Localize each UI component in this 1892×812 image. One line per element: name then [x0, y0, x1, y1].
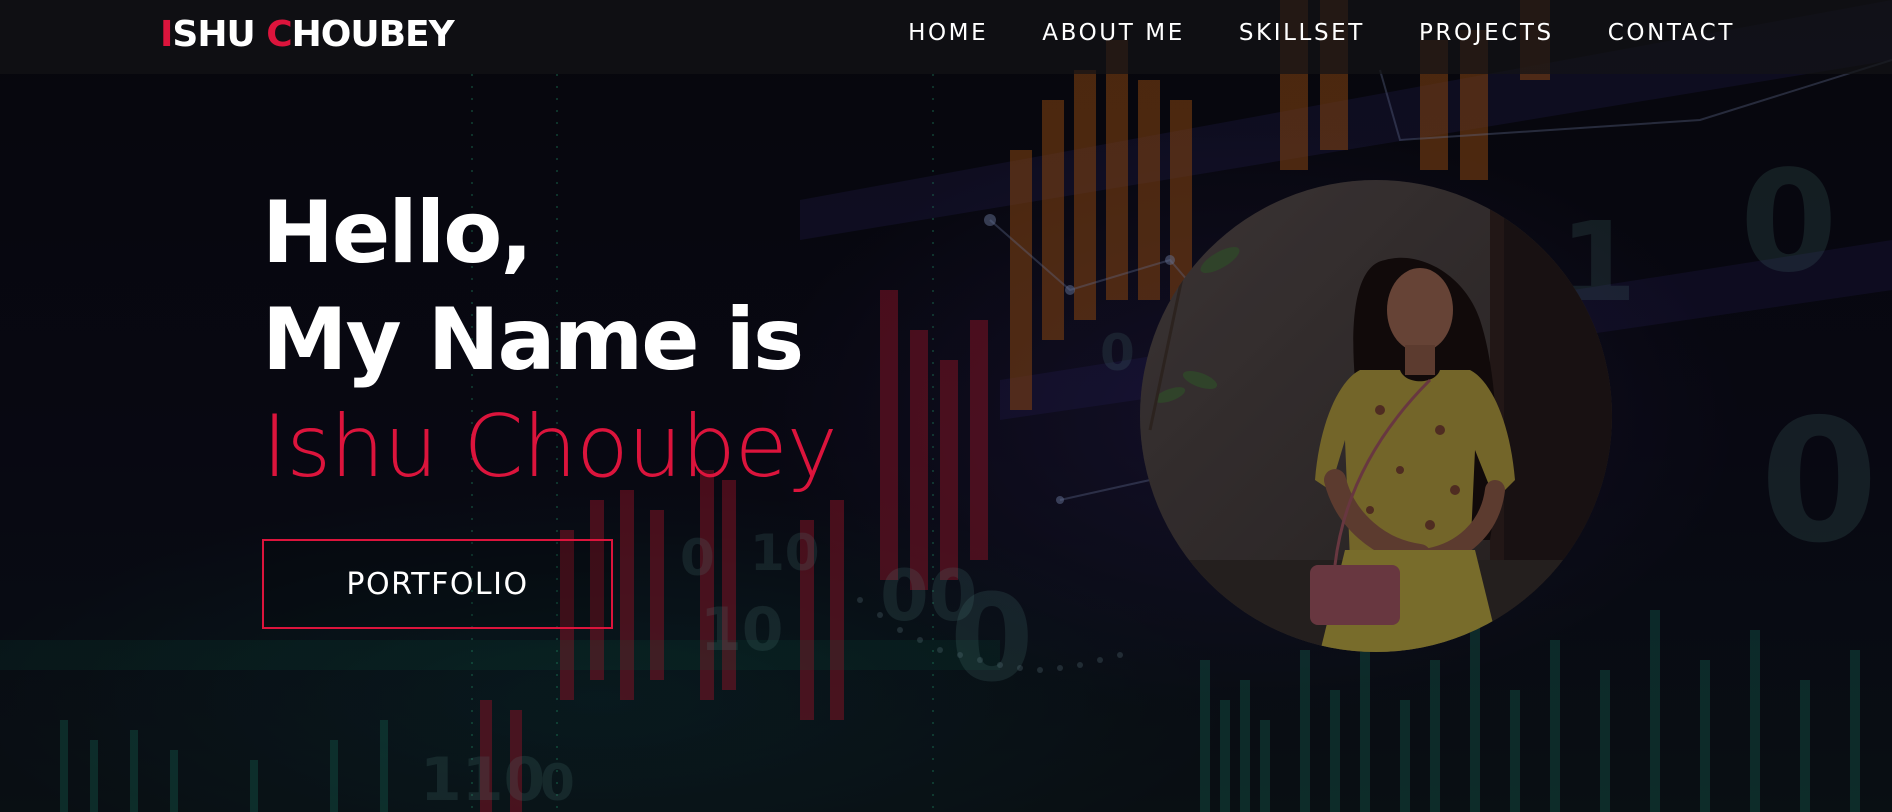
hero-name: Ishu Choubey	[262, 397, 838, 497]
portfolio-button[interactable]: PORTFOLIO	[262, 539, 613, 629]
brand-last-initial: C	[266, 14, 292, 55]
brand-first-rest: SHU	[172, 14, 267, 55]
nav-home[interactable]: HOME	[908, 20, 988, 46]
brand-logo[interactable]: ISHU CHOUBEY	[160, 14, 455, 55]
nav-about-me[interactable]: ABOUT ME	[1042, 20, 1185, 46]
nav-contact[interactable]: CONTACT	[1608, 20, 1735, 46]
hero-intro: My Name is	[262, 290, 804, 390]
nav-skillset[interactable]: SKILLSET	[1239, 20, 1365, 46]
nav-links: HOME ABOUT ME SKILLSET PROJECTS CONTACT	[908, 20, 1735, 46]
profile-photo-illustration	[1140, 180, 1612, 652]
nav-projects[interactable]: PROJECTS	[1419, 20, 1554, 46]
profile-photo	[1140, 180, 1612, 652]
brand-first-initial: I	[160, 14, 173, 55]
hero-heading: Hello, My Name is Ishu Choubey	[262, 180, 838, 501]
portfolio-button-label: PORTFOLIO	[346, 566, 529, 602]
hero-section: 1 0 0 0 00 10 10 0 110 0 0 ISHU CHOUBEY …	[0, 0, 1892, 812]
hero-greeting: Hello,	[262, 183, 533, 283]
brand-last-rest: HOUBEY	[291, 14, 455, 55]
navbar: ISHU CHOUBEY HOME ABOUT ME SKILLSET PROJ…	[0, 0, 1892, 74]
